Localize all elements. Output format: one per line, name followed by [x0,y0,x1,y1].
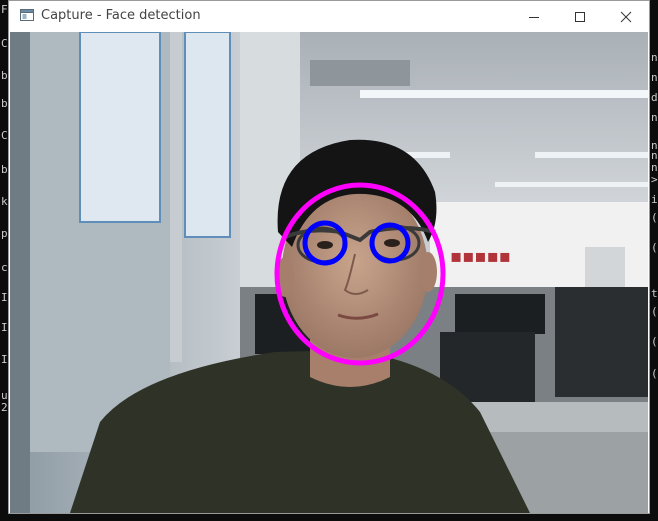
terminal-glyph-right: d [651,91,658,104]
terminal-glyph-left: I [1,353,8,366]
terminal-glyph-right: > [651,173,658,186]
terminal-glyph-left: b [1,97,8,110]
terminal-background-bottom [0,513,658,521]
terminal-glyph-right: ( [651,335,658,348]
terminal-glyph-right: t [651,287,658,300]
camera-image: ▪▪▪▪▪ [10,32,648,513]
minimize-button[interactable] [511,1,557,32]
terminal-glyph-right: ( [651,211,658,224]
terminal-glyph-left: I [1,291,8,304]
terminal-glyph-left: 2 [1,401,8,414]
terminal-glyph-right: ( [651,367,658,380]
maximize-button[interactable] [557,1,603,32]
terminal-glyph-left: b [1,69,8,82]
close-icon [620,11,632,23]
terminal-glyph-right: n [651,71,658,84]
terminal-glyph-right: ( [651,241,658,254]
close-button[interactable] [603,1,649,32]
terminal-glyph-left: b [1,163,8,176]
terminal-glyph-left: c [1,261,8,274]
terminal-glyph-right: ( [651,305,658,318]
window-title: Capture - Face detection [41,8,201,23]
terminal-glyph-left: C [1,129,8,142]
title-bar[interactable]: Capture - Face detection [9,1,649,32]
terminal-glyph-left: I [1,321,8,334]
terminal-glyph-left: C [1,37,8,50]
terminal-glyph-left: k [1,195,8,208]
terminal-glyph-right: i [651,193,658,206]
camera-frame: ▪▪▪▪▪ [10,32,648,513]
wall-banner-text: ▪▪▪▪▪ [450,246,511,267]
terminal-glyph-right: n [651,111,658,124]
terminal-glyph-left: F [1,3,8,16]
terminal-glyph-right: n [651,51,658,64]
maximize-icon [575,12,585,22]
terminal-glyph-left: p [1,227,8,240]
capture-window[interactable]: Capture - Face detection ▪▪▪▪▪ [8,0,650,514]
minimize-icon [529,17,539,18]
app-window-icon [20,9,34,21]
